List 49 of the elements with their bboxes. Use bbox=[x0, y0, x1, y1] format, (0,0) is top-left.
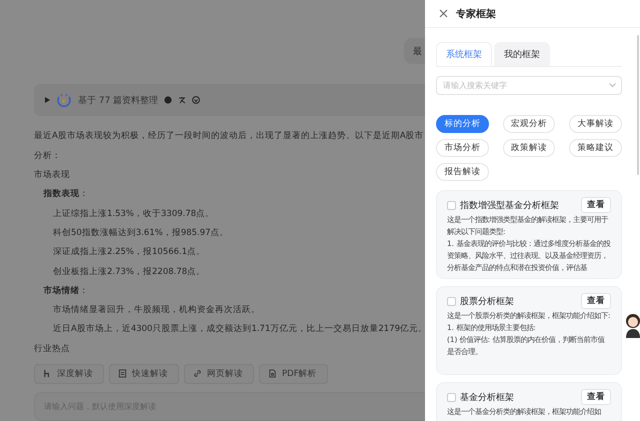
group-label: 指数表现： bbox=[42, 188, 90, 202]
link-icon bbox=[193, 369, 202, 378]
close-icon[interactable] bbox=[439, 9, 448, 18]
section-heading: 行业热点 bbox=[34, 342, 71, 356]
category-chip[interactable]: 市场分析 bbox=[436, 139, 489, 157]
scrollbar[interactable] bbox=[637, 35, 639, 175]
checkbox[interactable] bbox=[447, 200, 456, 210]
category-chip[interactable]: 宏观分析 bbox=[502, 115, 556, 133]
group-label: 市场情绪： bbox=[42, 284, 90, 298]
framework-title: 基金分析框架 bbox=[460, 392, 515, 404]
mode-button[interactable]: 深度解读 bbox=[34, 364, 104, 384]
category-chip[interactable]: 政策解读 bbox=[502, 139, 556, 157]
view-button[interactable]: 查看 bbox=[581, 389, 611, 405]
framework-title: 股票分析框架 bbox=[460, 296, 515, 308]
drawer-title: 专家框架 bbox=[456, 7, 496, 20]
tab[interactable]: 我的框架 bbox=[494, 42, 550, 66]
mode-button[interactable]: 网页解读 bbox=[184, 364, 254, 384]
category-chip[interactable]: 标的分析 bbox=[436, 115, 489, 133]
badge-icon bbox=[192, 96, 200, 104]
mode-button[interactable]: PDF解析 bbox=[259, 364, 328, 384]
bullet-text: 深证成指上涨2.25%，报10566.1点。 bbox=[52, 246, 206, 260]
bullet-text: 科创50指数涨幅达到3.61%，报985.97点。 bbox=[52, 226, 230, 240]
category-chip[interactable]: 报告解读 bbox=[436, 163, 489, 181]
translate-icon bbox=[178, 96, 186, 104]
chart-icon bbox=[43, 369, 52, 378]
bullet-text: 市场情绪显著回升，牛股频现，机构资金再次活跃。 bbox=[52, 304, 261, 318]
bullet-text: 近日A股市场上，近4300只股票上涨，成交额达到1.71万亿元，比上一交易日放量2179亿元。 bbox=[52, 322, 425, 336]
logo-icon bbox=[56, 92, 72, 108]
circle-icon bbox=[164, 96, 172, 104]
framework-title: 指数增强型基金分析框架 bbox=[460, 200, 560, 212]
chevron-down-icon bbox=[609, 83, 616, 88]
section-heading: 市场表现 bbox=[34, 168, 71, 182]
checkbox[interactable] bbox=[447, 392, 456, 402]
user-message: 最 bbox=[404, 38, 425, 64]
answer-text: 分析： bbox=[34, 150, 62, 163]
bullet-text: 创业板指上涨2.73%，报2208.78点。 bbox=[52, 266, 206, 278]
bullet-text: 上证综指上涨1.53%，收于3309.78点。 bbox=[52, 208, 216, 221]
view-button[interactable]: 查看 bbox=[581, 197, 611, 213]
category-chip[interactable]: 大事解读 bbox=[569, 115, 622, 133]
tab[interactable]: 系统框架 bbox=[436, 42, 492, 66]
mode-button[interactable]: 快速解读 bbox=[109, 364, 179, 384]
category-chip[interactable]: 策略建议 bbox=[569, 139, 622, 157]
view-button[interactable]: 查看 bbox=[581, 293, 611, 309]
search-field[interactable]: 请输入搜索关键字 bbox=[436, 76, 622, 95]
file-icon bbox=[268, 369, 277, 378]
answer-text: 最近A股市场表现较为积极，经历了一段时间的波动后，出现了显著的上涨趋势。以下是近期A股市 bbox=[34, 130, 425, 144]
checkbox[interactable] bbox=[447, 296, 456, 306]
document-icon bbox=[118, 369, 127, 378]
sources-label: 基于 77 篇资料整理 bbox=[78, 94, 158, 107]
